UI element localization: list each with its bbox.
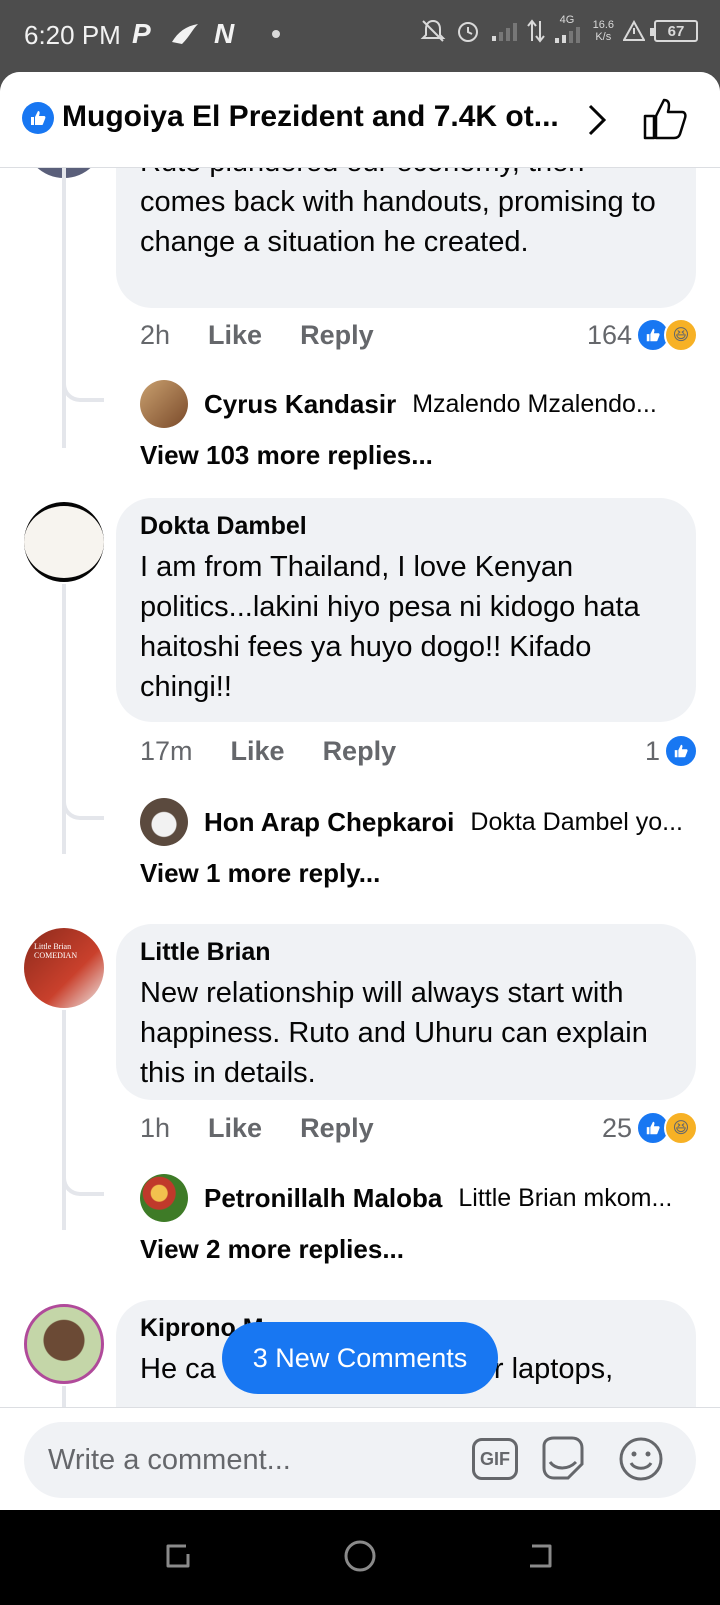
like-reaction-icon [664,734,698,768]
commenter-avatar[interactable] [24,1304,104,1384]
comment-bubble[interactable]: Dokta Dambel I am from Thailand, I love … [116,498,696,722]
comment-author[interactable]: Dokta Dambel [140,512,672,541]
reply-preview[interactable]: Cyrus Kandasir Mzalendo Mzalendo... [140,380,657,428]
thread-connector [62,378,104,402]
comment-text: comes back with handouts, promising to c… [140,186,656,258]
comment-text-end: or laptops, [477,1353,614,1385]
like-icon [22,102,54,134]
reply-preview[interactable]: Hon Arap Chepkaroi Dokta Dambel yo... [140,798,683,846]
reply-text: Dokta Dambel yo... [470,807,683,836]
thread-connector [62,1172,104,1196]
comment-text: New relationship will always start with … [140,977,648,1089]
comment-text: I am from Thailand, I love Kenyan politi… [140,551,640,703]
reaction-count: 164 [586,319,632,350]
like-button[interactable]: Like [208,1113,262,1144]
commenter-avatar[interactable] [24,502,104,582]
comment-bubble[interactable]: Little Brian New relationship will alway… [116,924,696,1100]
reply-text: Little Brian mkom... [458,1183,673,1212]
haha-reaction-icon: 😆 [664,318,698,352]
reply-button[interactable]: Reply [300,1113,374,1144]
network-speed: 16.6 K/s [592,19,614,43]
view-more-replies-link[interactable]: View 103 more replies... [140,440,433,471]
signal-icon [491,23,517,41]
thread-connector [62,796,104,820]
status-bar: 6:20 PM P N 4G 16.6 K/s 67 [0,0,720,72]
view-more-replies-link[interactable]: View 1 more reply... [140,858,380,889]
comment-placeholder: Write a comment... [48,1444,291,1476]
comments-sheet: Mugoiya El Prezident and 7.4K ot... Ruto… [0,72,720,1510]
reactions-header[interactable]: Mugoiya El Prezident and 7.4K ot... [0,72,720,168]
comment-time: 17m [140,736,193,766]
reaction-summary[interactable]: 25 😆 [602,1111,698,1145]
reaction-summary[interactable]: 164 😆 [587,318,698,352]
comment-text-partial: Ruto plundered our economy, then [140,168,672,182]
comment-actions: 1h Like Reply [140,1113,374,1144]
system-icons: 4G 16.6 K/s 67 [420,14,698,44]
like-button[interactable]: Like [231,736,285,767]
comment-composer: Write a comment... GIF [0,1407,720,1510]
news-app-icon: N [214,18,235,49]
comment-actions: 17m Like Reply [140,736,396,767]
comment-text-start: He ca [140,1353,216,1385]
reactors-title[interactable]: Mugoiya El Prezident and 7.4K ot... [62,100,559,134]
warning-icon [623,20,645,41]
home-icon[interactable] [342,1538,378,1574]
like-button[interactable]: Like [208,320,262,351]
reply-text: Mzalendo Mzalendo... [412,389,657,418]
comment-author[interactable]: Little Brian [140,938,672,967]
chevron-right-icon[interactable] [578,100,618,140]
battery-level: 67 [667,22,685,40]
commenter-avatar[interactable]: Little Brian COMEDIAN [24,928,104,1008]
battery-icon: 67 [650,20,698,42]
haha-reaction-icon: 😆 [664,1111,698,1145]
comments-feed[interactable]: Ruto plundered our economy, then comes b… [0,168,720,1478]
thread-line [62,168,66,448]
reply-button[interactable]: Reply [300,320,374,351]
recents-icon[interactable] [160,1538,196,1574]
reaction-summary[interactable]: 1 [645,734,698,768]
sticker-icon[interactable] [538,1434,588,1484]
parking-app-icon: P [132,18,151,49]
reply-button[interactable]: Reply [323,736,397,767]
reaction-count: 25 [601,1112,632,1143]
4g-signal-icon: 4G [554,14,584,44]
reply-preview[interactable]: Petronillalh Maloba Little Brian mkom... [140,1174,672,1222]
reply-author: Petronillalh Maloba [204,1182,443,1213]
back-icon[interactable] [522,1538,558,1574]
reply-avatar [140,1174,188,1222]
reply-author: Cyrus Kandasir [204,388,397,419]
alarm-icon [457,22,478,42]
data-transfer-icon [526,19,545,43]
new-comments-button[interactable]: 3 New Comments [222,1322,498,1394]
comment-input[interactable]: Write a comment... GIF [24,1422,696,1498]
comment-time: 2h [140,320,171,350]
thumbs-up-icon[interactable] [642,96,688,142]
mute-bell-icon [420,19,445,42]
reaction-count: 1 [644,735,660,766]
comment-time: 1h [140,1113,171,1143]
avatar-text: Little Brian COMEDIAN [34,942,78,960]
reply-author: Hon Arap Chepkaroi [204,806,455,837]
thread-line [62,1010,66,1230]
notification-dot-icon [272,30,280,38]
reply-avatar [140,380,188,428]
view-more-replies-link[interactable]: View 2 more replies... [140,1234,404,1265]
emoji-icon[interactable] [618,1436,664,1482]
bird-app-icon [172,24,198,44]
status-time: 6:20 PM [24,20,121,50]
reply-avatar [140,798,188,846]
gif-icon[interactable]: GIF [472,1438,518,1480]
comment-actions: 2h Like Reply [140,320,374,351]
comment-bubble[interactable]: Ruto plundered our economy, then comes b… [116,168,696,308]
system-nav-bar [0,1510,720,1605]
network-type: 4G [559,14,575,26]
